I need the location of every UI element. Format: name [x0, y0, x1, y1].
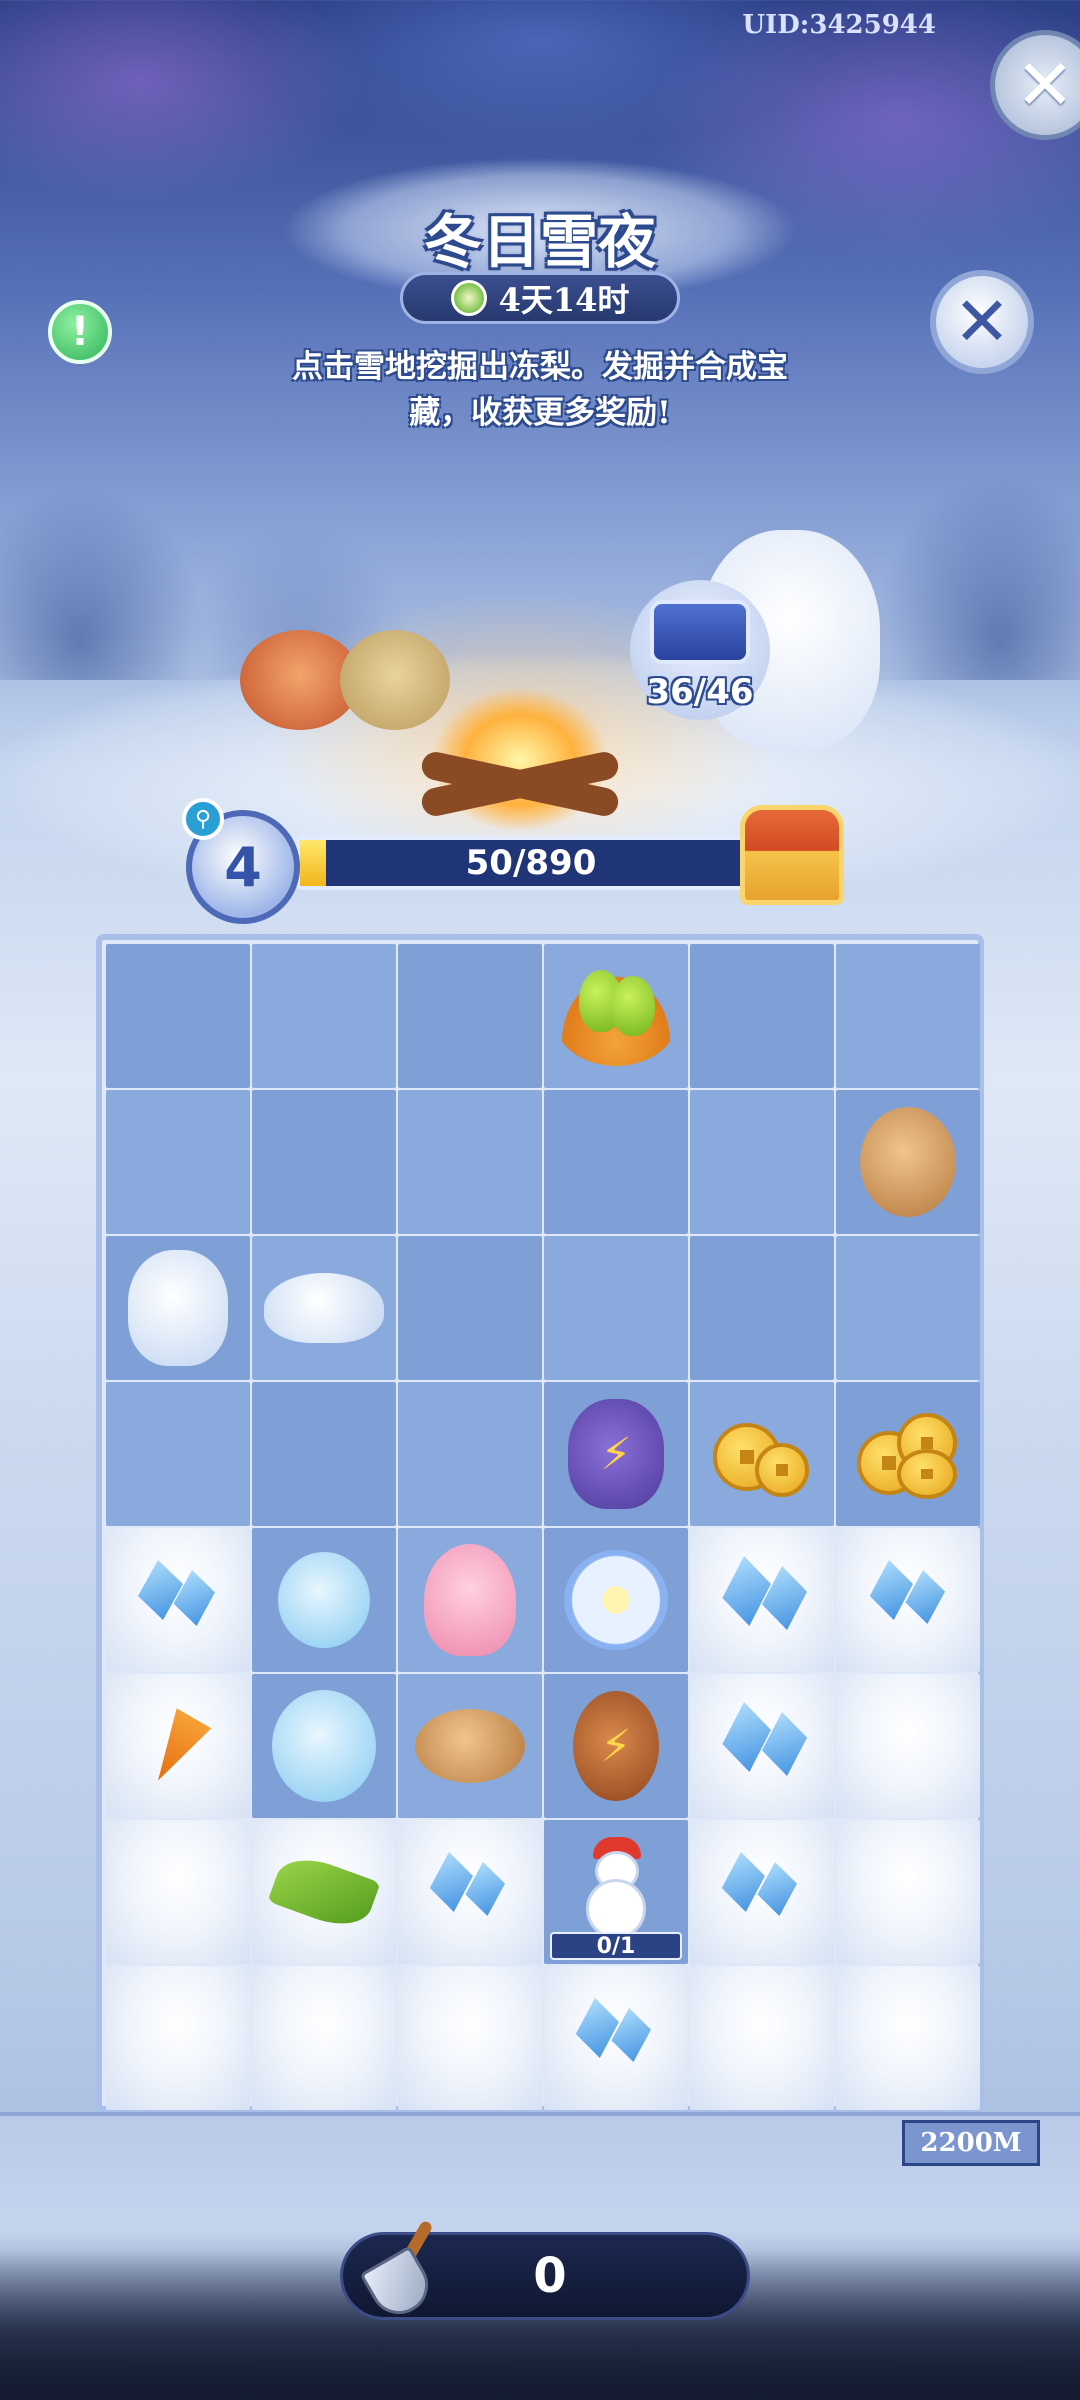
board-cell-empty[interactable] [106, 1090, 250, 1234]
clock-icon [450, 280, 487, 316]
close-button[interactable]: ✕ [930, 270, 1034, 374]
frozen-pears-icon [553, 966, 679, 1066]
board-cell-empty[interactable] [690, 1236, 834, 1380]
board-cell-ice-crystal[interactable] [398, 1820, 542, 1964]
timer-text: 4天14时 [498, 281, 630, 319]
carrot-icon [141, 1701, 216, 1790]
coin-stack-icon [853, 1409, 963, 1499]
snow-fox-icon [128, 1250, 228, 1366]
board-cell-frozen-pears[interactable] [544, 944, 688, 1088]
ice-crystal-icon [707, 1696, 817, 1796]
hamster-icon [860, 1107, 956, 1217]
event-title: 冬日雪夜 [423, 208, 656, 276]
board-cell-snow[interactable] [836, 1966, 980, 2110]
board-cell-empty[interactable] [252, 944, 396, 1088]
magnifier-icon[interactable]: ⚲ [182, 798, 224, 840]
board-cell-coins[interactable] [690, 1382, 834, 1526]
board-cell-empty[interactable] [544, 1236, 688, 1380]
board-cell-empty[interactable] [544, 1090, 688, 1234]
board-cell-energy-bag[interactable]: ⚡ [544, 1382, 688, 1526]
board-cell-empty[interactable] [398, 1236, 542, 1380]
board-cell-energy-gourd[interactable]: ⚡ [544, 1674, 688, 1818]
board-cell-hamster-sleeping[interactable] [398, 1674, 542, 1818]
board-cell-ice-crystal[interactable] [106, 1528, 250, 1672]
scroll-counter: 36/46 [646, 672, 754, 712]
board-cell-empty[interactable] [836, 1236, 980, 1380]
board-cell-snow[interactable] [106, 1820, 250, 1964]
sleeping-hamster-icon [415, 1709, 525, 1783]
sleeping-fox-icon [264, 1273, 384, 1343]
board-cell-empty[interactable] [690, 1090, 834, 1234]
description-line-1: 点击雪地挖掘出冻梨。发掘并合成宝 [292, 349, 788, 385]
board-cell-hamster-waving[interactable] [836, 1090, 980, 1234]
board-cell-blue-flower[interactable] [544, 1528, 688, 1672]
board-cell-ice-crystal[interactable] [690, 1674, 834, 1818]
board-cell-ice-crystal[interactable] [690, 1820, 834, 1964]
ice-crystal-icon [707, 1550, 817, 1650]
board-cell-lotus-spirit[interactable] [398, 1528, 542, 1672]
board-cell-flower-spirit[interactable] [252, 1528, 396, 1672]
shovel-count: 0 [533, 2248, 567, 2304]
info-button[interactable]: ! [48, 300, 112, 364]
board-cell-empty[interactable] [398, 944, 542, 1088]
board-cell-ice-crystal[interactable] [690, 1528, 834, 1672]
description-line-2: 藏，收获更多奖励! [409, 395, 671, 431]
flower-spirit-icon [278, 1552, 370, 1648]
depth-indicator: 2200M [902, 2120, 1040, 2166]
board-cell-leaf[interactable] [252, 1820, 396, 1964]
flower-spirit-large-icon [272, 1690, 376, 1802]
ice-crystal-icon [415, 1842, 525, 1942]
board-cell-snow[interactable] [836, 1674, 980, 1818]
board-cell-ice-crystal[interactable] [836, 1528, 980, 1672]
lotus-spirit-icon [424, 1544, 516, 1656]
ice-crystal-icon [707, 1842, 817, 1942]
board-cell-sleeping-fox[interactable] [252, 1236, 396, 1380]
event-timer: 4天14时 [400, 272, 680, 324]
game-board: ⚡ ⚡ 0/1 [96, 934, 984, 2112]
board-cell-empty[interactable] [106, 1382, 250, 1526]
board-cell-snow[interactable] [252, 1966, 396, 2110]
treasure-chest-reward[interactable] [740, 805, 844, 905]
blue-flower-icon [564, 1550, 668, 1650]
close-icon: ✕ [953, 282, 1011, 362]
user-id-label: UID:3425944 [742, 10, 936, 40]
coins-icon [707, 1409, 817, 1499]
energy-bag-icon: ⚡ [568, 1399, 664, 1509]
energy-gourd-icon: ⚡ [573, 1691, 659, 1801]
board-cell-empty[interactable] [252, 1090, 396, 1234]
event-description: 点击雪地挖掘出冻梨。发掘并合成宝 藏，收获更多奖励! [230, 344, 850, 436]
board-cell-empty[interactable] [398, 1090, 542, 1234]
snowman-icon [571, 1837, 661, 1947]
board-cell-flower-spirit-large[interactable] [252, 1674, 396, 1818]
board-cell-snow[interactable] [836, 1820, 980, 1964]
board-cell-empty[interactable] [252, 1382, 396, 1526]
board-cell-snow[interactable] [106, 1966, 250, 2110]
board-cell-empty[interactable] [398, 1382, 542, 1526]
board-cell-snowman[interactable]: 0/1 [544, 1820, 688, 1964]
snowman-counter: 0/1 [550, 1932, 682, 1960]
ice-crystal-icon [561, 1988, 671, 2088]
level-progress-text: 50/890 [465, 843, 597, 883]
board-cell-empty[interactable] [690, 944, 834, 1088]
board-cell-snow[interactable] [690, 1966, 834, 2110]
leaf-icon [267, 1848, 381, 1936]
board-cell-empty[interactable] [106, 944, 250, 1088]
board-cell-ice-crystal[interactable] [544, 1966, 688, 2110]
ice-crystal-icon [853, 1550, 963, 1650]
ice-crystal-icon [123, 1550, 233, 1650]
board-cell-empty[interactable] [836, 944, 980, 1088]
board-cell-carrot[interactable] [106, 1674, 250, 1818]
exclamation-icon: ! [70, 309, 90, 355]
board-cell-snow[interactable] [398, 1966, 542, 2110]
campfire [400, 650, 640, 830]
board-cell-fox[interactable] [106, 1236, 250, 1380]
scroll-icon [650, 600, 750, 664]
board-cell-coin-stack[interactable] [836, 1382, 980, 1526]
